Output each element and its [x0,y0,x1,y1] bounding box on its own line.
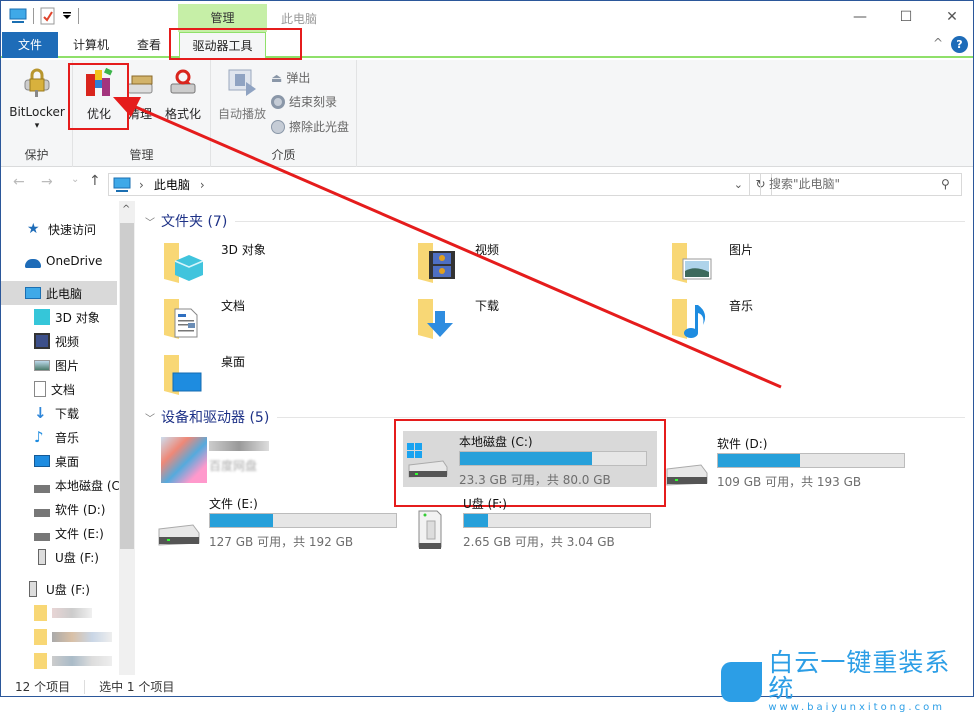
bird-logo-icon [721,661,763,702]
annotation-arrow [113,97,782,389]
annotation-arrow-line [130,103,782,389]
watermark-url: www.baiyunxitong.com [768,702,945,713]
status-selected-count: 选中 1 个项目 [99,680,175,694]
divider [84,679,86,694]
watermark: 白云一键重装系统 www.baiyunxitong.com [721,650,973,713]
watermark-title: 白云一键重装系统 [768,648,951,703]
explorer-window: 管理 此电脑 — ☐ ✕ 文件 计算机 查看 驱动器工具 ^ ? BitLock… [0,0,974,713]
status-item-count: 12 个项目 [15,680,71,694]
